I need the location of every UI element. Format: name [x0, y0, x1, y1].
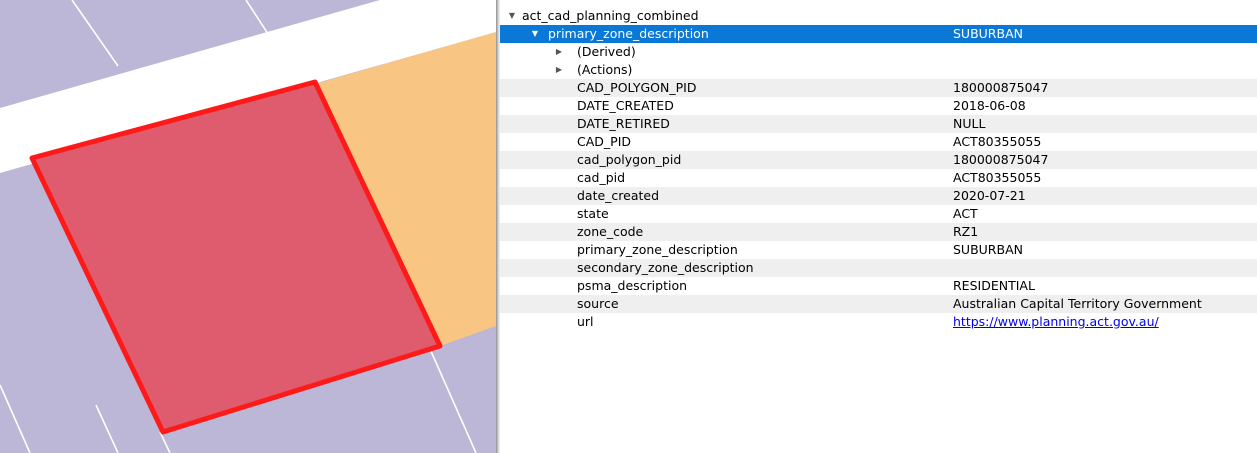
attribute-name: CAD_PID [577, 134, 632, 149]
attribute-name: state [577, 206, 609, 221]
attribute-name: cad_polygon_pid [577, 152, 682, 167]
attribute-name: source [577, 296, 619, 311]
map-canvas[interactable] [0, 0, 496, 453]
attribute-row[interactable]: state ACT [500, 205, 1257, 223]
attribute-row[interactable]: primary_zone_description SUBURBAN [500, 241, 1257, 259]
attribute-value: NULL [953, 116, 986, 131]
attribute-name: CAD_POLYGON_PID [577, 80, 697, 95]
layer-name: act_cad_planning_combined [522, 8, 699, 23]
attribute-name: primary_zone_description [577, 242, 738, 257]
attribute-row[interactable]: zone_code RZ1 [500, 223, 1257, 241]
attribute-value: SUBURBAN [953, 242, 1023, 257]
identify-results-panel: ▼ act_cad_planning_combined ▼ primary_zo… [500, 0, 1257, 453]
layer-node[interactable]: ▼ act_cad_planning_combined [500, 7, 1257, 25]
attribute-value: 2018-06-08 [953, 98, 1026, 113]
attribute-name: date_created [577, 188, 660, 203]
url-link[interactable]: https://www.planning.act.gov.au/ [953, 313, 1159, 331]
attribute-name: zone_code [577, 224, 644, 239]
attribute-name: DATE_RETIRED [577, 116, 670, 131]
attribute-value: 180000875047 [953, 80, 1049, 95]
attribute-name: cad_pid [577, 170, 626, 185]
group-row-derived[interactable]: ▶ (Derived) [500, 43, 1257, 61]
selected-feature-row[interactable]: ▼ primary_zone_description SUBURBAN [500, 25, 1257, 43]
attribute-value: ACT [953, 206, 978, 221]
expand-arrow-icon[interactable]: ▶ [553, 43, 565, 61]
attribute-value: ACT80355055 [953, 134, 1042, 149]
group-label: (Actions) [577, 62, 633, 77]
attribute-value: 180000875047 [953, 152, 1049, 167]
feature-label: primary_zone_description [548, 26, 709, 41]
attribute-row[interactable]: source Australian Capital Territory Gove… [500, 295, 1257, 313]
group-label: (Derived) [577, 44, 636, 59]
collapse-arrow-icon[interactable]: ▼ [529, 25, 541, 43]
attribute-row[interactable]: DATE_CREATED 2018-06-08 [500, 97, 1257, 115]
attribute-value: ACT80355055 [953, 170, 1042, 185]
attribute-row[interactable]: secondary_zone_description [500, 259, 1257, 277]
attribute-name: psma_description [577, 278, 688, 293]
collapse-arrow-icon[interactable]: ▼ [506, 7, 518, 25]
attribute-row[interactable]: DATE_RETIRED NULL [500, 115, 1257, 133]
attribute-row[interactable]: CAD_PID ACT80355055 [500, 133, 1257, 151]
attribute-value: 2020-07-21 [953, 188, 1026, 203]
attribute-name: url [577, 314, 594, 329]
feature-value: SUBURBAN [953, 26, 1023, 41]
attribute-name: secondary_zone_description [577, 260, 754, 275]
attribute-row[interactable]: cad_polygon_pid 180000875047 [500, 151, 1257, 169]
attribute-row[interactable]: CAD_POLYGON_PID 180000875047 [500, 79, 1257, 97]
expand-arrow-icon[interactable]: ▶ [553, 61, 565, 79]
attribute-row[interactable]: psma_description RESIDENTIAL [500, 277, 1257, 295]
attribute-value: RESIDENTIAL [953, 278, 1035, 293]
attribute-value: RZ1 [953, 224, 979, 239]
attribute-row[interactable]: cad_pid ACT80355055 [500, 169, 1257, 187]
attribute-name: DATE_CREATED [577, 98, 674, 113]
attribute-row[interactable]: date_created 2020-07-21 [500, 187, 1257, 205]
attribute-row[interactable]: url https://www.planning.act.gov.au/ [500, 313, 1257, 331]
group-row-actions[interactable]: ▶ (Actions) [500, 61, 1257, 79]
attribute-value: Australian Capital Territory Government [953, 296, 1202, 311]
